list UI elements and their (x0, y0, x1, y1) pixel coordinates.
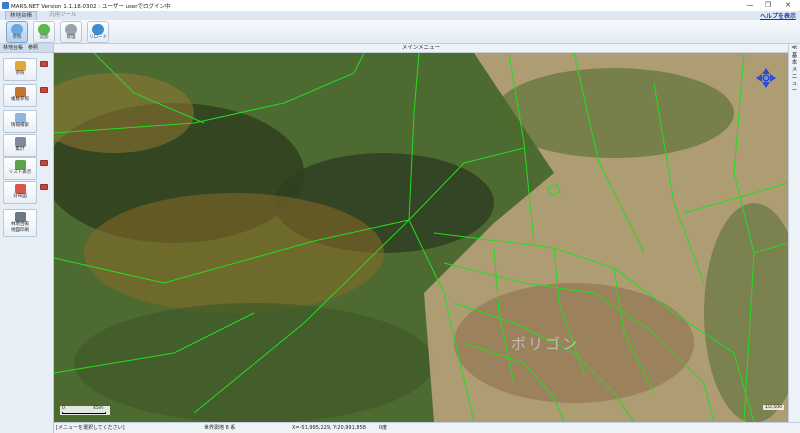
status-bar: [メニューを選択してください] 世界測地 8 系 X=-51,995,229, … (54, 422, 800, 433)
sidebar-multi-view-label: 複数参照 (11, 97, 29, 102)
calculator-icon (14, 137, 26, 147)
status-angle: 0度 (379, 425, 388, 431)
restore-button[interactable]: ❐ (761, 0, 775, 11)
map-watermark: ポリゴン (511, 335, 580, 353)
map-panel-header: メインメニュー (54, 44, 788, 53)
window-title: MARS.NET Version 1.1.18.0302 : ユーザー user… (11, 4, 171, 10)
sidebar-view-label: 参照 (15, 71, 25, 76)
tab-bar: 林地台帳 汎用ツール (0, 11, 800, 20)
ribbon-add-button[interactable]: 追加 (33, 21, 55, 43)
scale-ratio: 1/2,500 (762, 405, 784, 410)
map-canvas[interactable] (54, 53, 788, 422)
basic-menu-label[interactable]: 基本メニュー (791, 53, 799, 95)
status-coordinates: X=-51,995,229, Y:20,991,858 (292, 425, 366, 431)
sidebar-aggregate-button[interactable]: 集計 (3, 134, 37, 157)
status-crs: 世界測地 8 系 (204, 425, 236, 431)
minimize-button[interactable]: — (743, 0, 757, 11)
sidebar-distribution-button[interactable]: 分布図 (3, 181, 37, 204)
scale-start-label: 0 (62, 406, 65, 411)
ribbon-reload-label: リロード (89, 35, 107, 40)
stack-icon (14, 87, 26, 97)
sidebar-search-label: 情報検索 (11, 123, 29, 128)
pin-icon[interactable] (40, 87, 48, 93)
ribbon-add-label: 追加 (39, 35, 49, 40)
scale-line (62, 412, 106, 414)
help-link[interactable]: ヘルプを表示 (760, 11, 796, 20)
ribbon-reload-button[interactable]: リロード (87, 21, 109, 43)
ribbon-manage-label: 管理 (66, 35, 76, 40)
panel-collapse-button[interactable]: ≪ (789, 44, 800, 51)
reload-icon (92, 24, 104, 35)
forest-area (74, 303, 434, 422)
sidebar-view-button[interactable]: 参照 (3, 58, 37, 81)
autumn-canopy (84, 193, 384, 313)
scale-end-label: 45m (93, 406, 104, 411)
ribbon-toolbar: 参照 追加 管理 リロード (0, 20, 800, 44)
sidebar-print-label: 林地台帳 地図印刷 (11, 222, 29, 233)
sidebar-header: 林地台帳 参照 (0, 44, 53, 53)
sidebar-list-button[interactable]: リスト表示 (3, 157, 37, 180)
scale-bar: 0 45m (60, 406, 110, 415)
aerial-map[interactable]: ポリゴン 0 45m 1/2,500 (54, 53, 788, 422)
ribbon-view-label: 参照 (12, 35, 22, 40)
map-search-icon (11, 24, 23, 35)
sidebar-search-button[interactable]: 情報検索 (3, 110, 37, 133)
distribution-icon (14, 184, 26, 194)
sidebar-multi-view-button[interactable]: 複数参照 (3, 84, 37, 107)
app-icon (2, 2, 9, 9)
gear-icon (65, 24, 77, 35)
printer-icon (14, 212, 26, 222)
sidebar-print-button[interactable]: 林地台帳 地図印刷 (3, 209, 37, 237)
tab-forest-ledger[interactable]: 林地台帳 (5, 11, 38, 20)
list-icon (14, 160, 26, 170)
map-pan-control[interactable] (756, 68, 776, 88)
ribbon-manage-button[interactable]: 管理 (60, 21, 82, 43)
pin-icon[interactable] (40, 61, 48, 67)
close-button[interactable]: ✕ (781, 0, 795, 11)
pin-icon[interactable] (40, 160, 48, 166)
title-bar: MARS.NET Version 1.1.18.0302 : ユーザー user… (0, 0, 800, 11)
right-collapsed-panel: ≪ 基本メニュー (788, 44, 800, 433)
status-message: [メニューを選択してください] (56, 425, 125, 431)
sidebar-aggregate-label: 集計 (15, 147, 25, 152)
magnifier-icon (14, 113, 26, 123)
sidebar-list-label: リスト表示 (8, 170, 32, 175)
left-sidebar: 林地台帳 参照 参照 複数参照 情報検索 集計 リスト表示 分布図 林地台帳 地… (0, 44, 54, 433)
ribbon-view-button[interactable]: 参照 (6, 21, 28, 43)
folder-icon (14, 61, 26, 71)
add-icon (38, 24, 50, 35)
tab-general-tools[interactable]: 汎用ツール (45, 11, 81, 20)
pin-icon[interactable] (40, 184, 48, 190)
forest-patch (494, 68, 734, 158)
sidebar-distribution-label: 分布図 (13, 194, 27, 199)
